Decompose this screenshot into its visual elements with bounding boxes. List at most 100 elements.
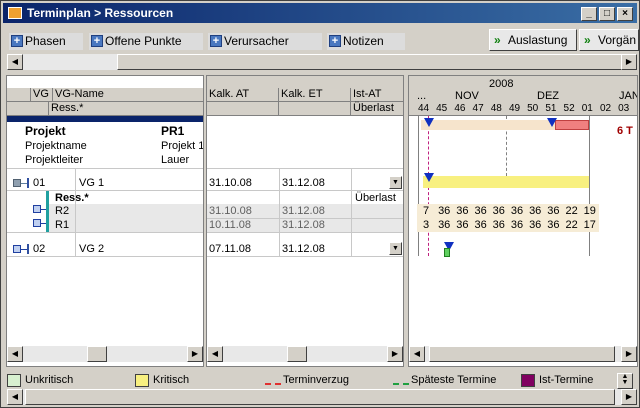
col-header-blank <box>279 102 351 116</box>
scroll-left-icon[interactable]: ◀ <box>7 54 23 70</box>
tab-label: Offene Punkte <box>105 34 182 48</box>
bottom-scrollbar[interactable]: ◀ ▶ <box>7 389 637 405</box>
legend-line-terminverzug <box>265 383 281 385</box>
gridline <box>589 116 590 256</box>
vg2-bar[interactable] <box>444 248 450 257</box>
project-value: PR1 <box>161 124 185 138</box>
vg1-bar[interactable] <box>423 176 589 188</box>
scroll-right-icon[interactable]: ▶ <box>387 346 403 362</box>
resource-name[interactable]: R2 <box>55 205 69 218</box>
scroll-thumb[interactable] <box>429 346 615 362</box>
divider <box>207 168 403 169</box>
scroll-thumb[interactable] <box>287 346 307 362</box>
col-header-ist-at[interactable]: Ist-AT <box>351 88 403 102</box>
legend-scroll-icon[interactable]: ▲ ▼ <box>617 373 633 389</box>
tab-phasen[interactable]: + Phasen <box>9 33 83 50</box>
load-cell: 7 <box>422 205 430 217</box>
tab-verursacher[interactable]: + Verursacher <box>208 33 322 50</box>
double-arrow-icon: » <box>584 33 591 47</box>
date-kalk-at[interactable]: 07.11.08 <box>209 243 251 256</box>
top-scrollbar[interactable]: ◀ ▶ <box>7 54 637 70</box>
scroll-left-icon[interactable]: ◀ <box>409 346 425 362</box>
scroll-right-icon[interactable]: ▶ <box>621 54 637 70</box>
left-scrollbar[interactable]: ◀ ▶ <box>7 346 203 362</box>
project-overdue-bar[interactable] <box>555 120 589 130</box>
end-marker-icon <box>547 118 557 127</box>
load-cell: 36 <box>492 219 505 231</box>
close-button[interactable]: × <box>617 7 633 21</box>
title-bar[interactable]: Terminplan > Ressourcen _ □ × <box>3 3 637 23</box>
col-header-ress[interactable]: Ress.* <box>49 102 203 116</box>
vg-name[interactable]: VG 2 <box>79 243 104 256</box>
tree-line <box>41 223 46 224</box>
button-label: Vorgän <box>598 33 637 47</box>
divider <box>7 256 203 257</box>
vorgaenge-button[interactable]: » Vorgän <box>579 29 639 51</box>
load-cell: 36 <box>438 219 451 231</box>
col-header-kalk-et[interactable]: Kalk. ET <box>279 88 351 102</box>
dropdown-icon[interactable]: ▼ <box>389 176 402 189</box>
legend-ist-termine: Ist-Termine <box>539 374 594 386</box>
button-label: Auslastung <box>508 33 568 47</box>
app-icon <box>8 7 22 19</box>
middle-scrollbar[interactable]: ◀ ▶ <box>207 346 403 362</box>
auslastung-button[interactable]: » Auslastung <box>489 29 577 51</box>
dropdown-icon[interactable]: ▼ <box>389 242 402 255</box>
week-label: 03 <box>618 103 630 114</box>
divider <box>7 190 203 191</box>
project-bar[interactable] <box>421 120 557 130</box>
legend-spaeteste-termine: Späteste Termine <box>411 374 497 386</box>
load-cell: 36 <box>492 205 505 217</box>
minimize-button[interactable]: _ <box>581 7 597 21</box>
date-kalk-et[interactable]: 31.12.08 <box>282 177 325 190</box>
col-header-kalk-at[interactable]: Kalk. AT <box>207 88 279 102</box>
maximize-button[interactable]: □ <box>599 7 615 21</box>
col-header-vg[interactable]: VG <box>31 88 53 102</box>
vg-name[interactable]: VG 1 <box>79 177 104 190</box>
tab-notizen[interactable]: + Notizen <box>327 33 405 50</box>
date-kalk-et: 31.12.08 <box>282 205 325 217</box>
tab-label: Phasen <box>25 34 66 48</box>
divider <box>207 256 403 257</box>
load-cell: 22 <box>565 219 578 231</box>
scroll-right-icon[interactable]: ▶ <box>621 346 637 362</box>
tab-offene-punkte[interactable]: + Offene Punkte <box>89 33 203 50</box>
vg-id[interactable]: 02 <box>33 243 45 256</box>
load-cell: 36 <box>529 219 542 231</box>
project-name-value: Projekt 1 <box>161 140 204 152</box>
scroll-thumb[interactable] <box>87 346 107 362</box>
scroll-left-icon[interactable]: ◀ <box>207 346 223 362</box>
date-kalk-at[interactable]: 31.10.08 <box>209 177 252 190</box>
scroll-thumb[interactable] <box>117 54 631 70</box>
divider <box>7 168 203 169</box>
dates-pane: Kalk. AT Kalk. ET Ist-AT Überlast 31.10.… <box>206 75 404 367</box>
divider <box>351 169 352 257</box>
scroll-thumb[interactable] <box>25 389 615 405</box>
date-kalk-et[interactable]: 31.12.08 <box>282 243 325 256</box>
scroll-right-icon[interactable]: ▶ <box>621 389 637 405</box>
load-cell: 36 <box>474 205 487 217</box>
col-header-blank <box>7 88 31 102</box>
week-label: 02 <box>599 103 612 114</box>
project-duration-label: 6 T <box>617 125 633 137</box>
resource-name[interactable]: R1 <box>55 219 69 232</box>
project-lead-label: Projektleiter <box>25 154 84 166</box>
month-label: DEZ <box>537 90 559 102</box>
col-header-vgname[interactable]: VG-Name <box>53 88 203 102</box>
col-header-ueberlast[interactable]: Überlast <box>351 102 403 116</box>
scroll-right-icon[interactable]: ▶ <box>187 346 203 362</box>
task-icon <box>13 245 21 253</box>
vg-id[interactable]: 01 <box>33 177 45 190</box>
date-kalk-et: 31.12.08 <box>282 219 325 231</box>
gridline <box>418 116 419 256</box>
legend-terminverzug: Terminverzug <box>283 374 350 386</box>
gantt-scrollbar[interactable]: ◀ ▶ <box>409 346 637 362</box>
date-kalk-at: 31.10.08 <box>209 205 252 217</box>
load-cell: 36 <box>510 219 524 231</box>
scroll-left-icon[interactable]: ◀ <box>7 389 23 405</box>
legend-line-spaeteste <box>393 383 409 385</box>
double-arrow-icon: » <box>494 33 501 47</box>
scroll-left-icon[interactable]: ◀ <box>7 346 23 362</box>
collapse-icon[interactable] <box>13 179 21 187</box>
tab-label: Notizen <box>343 34 384 48</box>
